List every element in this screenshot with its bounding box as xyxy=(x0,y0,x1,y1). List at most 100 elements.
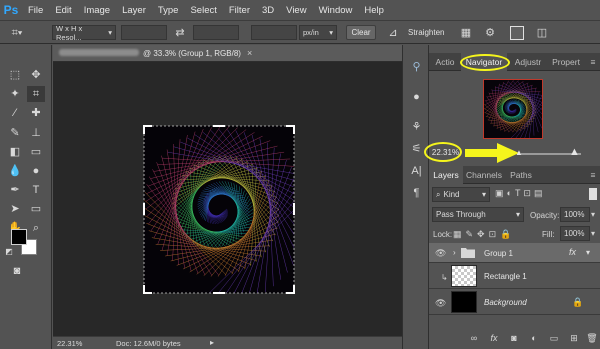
chevron-down-icon[interactable]: ▾ xyxy=(591,210,595,219)
close-tab-icon[interactable]: × xyxy=(247,48,252,58)
move-tool-icon[interactable]: ✥ xyxy=(27,67,45,83)
chevron-down-icon[interactable]: ▾ xyxy=(586,248,590,257)
layer-row-rectangle[interactable]: ↳ Rectangle 1 xyxy=(429,264,600,289)
eye-icon[interactable]: 👁 xyxy=(435,248,446,259)
swap-icon[interactable]: ⇄ xyxy=(172,26,188,40)
layer-name[interactable]: Background xyxy=(484,298,527,307)
height-field[interactable] xyxy=(193,25,239,40)
pen-tool-icon[interactable]: ✒ xyxy=(6,182,24,198)
fx-badge[interactable]: fx xyxy=(569,247,576,257)
status-zoom[interactable]: 22.31% xyxy=(57,339,82,348)
menu-image[interactable]: Image xyxy=(78,5,116,16)
default-colors-icon[interactable]: ◩ xyxy=(4,247,14,257)
brush-presets-icon[interactable]: ⚘ xyxy=(408,119,425,135)
crop-tool-icon[interactable]: ⌗ xyxy=(27,86,45,102)
straighten-label[interactable]: Straighten xyxy=(408,28,444,37)
shape-tool-icon[interactable]: ▭ xyxy=(27,201,45,217)
tab-navigator[interactable]: Navigator xyxy=(461,53,507,71)
expand-arrow-icon[interactable]: › xyxy=(453,248,456,257)
overlay-grid-icon[interactable]: ▦ xyxy=(459,26,473,40)
status-menu-arrow-icon[interactable]: ▸ xyxy=(210,338,214,347)
character-icon[interactable]: A| xyxy=(408,163,425,179)
eye-icon[interactable]: 👁 xyxy=(435,298,446,309)
tab-actions[interactable]: Actio xyxy=(429,53,461,71)
straighten-icon[interactable]: ⊿ xyxy=(386,26,400,40)
layer-row-background[interactable]: 👁 Background 🔒 xyxy=(429,290,600,315)
new-layer-icon[interactable]: ⊞ xyxy=(567,333,581,345)
crop-box[interactable] xyxy=(139,121,299,298)
panel-menu-icon[interactable]: ≡ xyxy=(587,166,599,184)
menu-3d[interactable]: 3D xyxy=(256,5,280,16)
dodge-tool-icon[interactable]: ● xyxy=(27,163,45,179)
content-aware-icon[interactable]: ◫ xyxy=(534,26,550,40)
type-tool-icon[interactable]: T xyxy=(27,182,45,198)
gear-icon[interactable]: ⚙ xyxy=(483,26,497,40)
ratio-select[interactable]: W x H x Resol... ▾ xyxy=(52,24,116,42)
menu-view[interactable]: View xyxy=(280,5,312,16)
menu-help[interactable]: Help xyxy=(358,5,390,16)
document-tab[interactable]: @ 33.3% (Group 1, RGB/8) × xyxy=(53,45,402,62)
add-style-icon[interactable]: fx xyxy=(487,333,501,345)
history-icon[interactable]: ⚲ xyxy=(408,59,425,75)
menu-layer[interactable]: Layer xyxy=(116,5,152,16)
tab-channels[interactable]: Channels xyxy=(465,166,503,184)
blend-mode-select[interactable]: Pass Through ▾ xyxy=(432,207,524,222)
layer-filter-select[interactable]: ⌕ Kind ▾ xyxy=(432,187,490,202)
zoom-in-icon[interactable]: ▲ xyxy=(569,146,580,158)
tab-adjustments[interactable]: Adjustr xyxy=(509,53,547,71)
info-icon[interactable]: ● xyxy=(408,89,425,105)
brush-settings-icon[interactable]: ⚟ xyxy=(408,141,425,157)
brush-tool-icon[interactable]: ✎ xyxy=(6,125,24,141)
menu-edit[interactable]: Edit xyxy=(49,5,77,16)
tab-layers[interactable]: Layers xyxy=(429,166,463,184)
magic-wand-tool-icon[interactable]: ✦ xyxy=(6,86,24,102)
lock-icons[interactable]: ▦✎✥⊡🔒 xyxy=(453,229,515,240)
width-field[interactable] xyxy=(121,25,167,40)
layer-name[interactable]: Group 1 xyxy=(484,249,513,258)
layer-name[interactable]: Rectangle 1 xyxy=(484,272,527,281)
navigator-zoom-field[interactable]: 22.31% xyxy=(430,146,461,158)
panel-menu-icon[interactable]: ≡ xyxy=(587,53,599,71)
menu-filter[interactable]: Filter xyxy=(223,5,256,16)
menu-select[interactable]: Select xyxy=(184,5,222,16)
menu-file[interactable]: File xyxy=(22,5,49,16)
blur-tool-icon[interactable]: 💧 xyxy=(6,163,24,179)
zoom-out-icon[interactable]: ▲ xyxy=(515,148,523,157)
clear-button[interactable]: Clear xyxy=(346,25,376,40)
healing-brush-tool-icon[interactable]: ✚ xyxy=(27,105,45,121)
navigator-preview[interactable] xyxy=(483,79,543,139)
trash-icon[interactable]: 🗑 xyxy=(585,333,599,345)
link-layers-icon[interactable]: ∞ xyxy=(467,333,481,345)
units-select[interactable]: px/in ▾ xyxy=(299,25,337,40)
opacity-field[interactable]: 100% xyxy=(560,207,590,222)
chevron-down-icon[interactable]: ▾ xyxy=(591,229,595,238)
layer-filter-icons[interactable]: ▣◐T⊡▤ xyxy=(495,188,545,199)
opacity-label: Opacity: xyxy=(530,211,560,220)
gradient-tool-icon[interactable]: ▭ xyxy=(27,144,45,160)
path-selection-tool-icon[interactable]: ➤ xyxy=(6,201,24,217)
paragraph-icon[interactable]: ¶ xyxy=(408,185,425,201)
layer-row-group[interactable]: 👁 › Group 1 fx ▾ xyxy=(429,243,600,263)
tab-paths[interactable]: Paths xyxy=(507,166,535,184)
add-mask-icon[interactable]: ◙ xyxy=(507,333,521,345)
stamp-tool-icon[interactable]: ⊥ xyxy=(27,125,45,141)
foreground-color-swatch[interactable] xyxy=(11,229,27,245)
marquee-tool-icon[interactable]: ⬚ xyxy=(6,67,24,83)
quick-mask-icon[interactable]: ◙ xyxy=(8,263,26,279)
document-tab-label: @ 33.3% (Group 1, RGB/8) xyxy=(59,48,241,58)
delete-cropped-checkbox[interactable] xyxy=(510,26,524,40)
adjustment-layer-icon[interactable]: ◐ xyxy=(527,333,541,345)
tab-properties[interactable]: Propert xyxy=(547,53,585,71)
filter-toggle[interactable] xyxy=(589,188,597,200)
crop-tool-preset-icon[interactable]: ⌗▾ xyxy=(6,26,28,40)
menu-type[interactable]: Type xyxy=(152,5,185,16)
eyedropper-tool-icon[interactable]: ⁄ xyxy=(6,105,24,121)
status-doc-info[interactable]: Doc: 12.6M/0 bytes xyxy=(116,339,181,348)
new-group-icon[interactable]: ▭ xyxy=(547,333,561,345)
resolution-field[interactable] xyxy=(251,25,297,40)
menu-window[interactable]: Window xyxy=(313,5,359,16)
navigator-tabs: Actio Navigator Adjustr Propert ≡ xyxy=(429,53,600,71)
zoom-tool-icon[interactable]: ⌕ xyxy=(27,220,45,236)
eraser-tool-icon[interactable]: ◧ xyxy=(6,144,24,160)
fill-field[interactable]: 100% xyxy=(560,226,590,241)
